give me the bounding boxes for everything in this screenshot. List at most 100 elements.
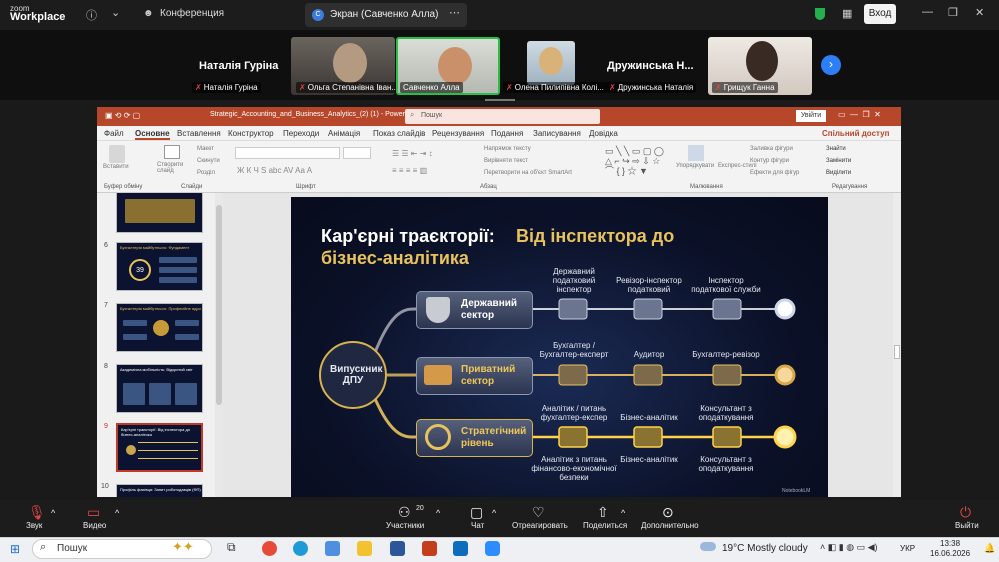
tab-conference[interactable]: Конференция (160, 8, 224, 19)
powerpoint-icon[interactable] (422, 541, 437, 556)
find-button[interactable]: Знайти (826, 146, 846, 152)
login-button[interactable]: Вход (864, 4, 896, 24)
slide-thumbnail[interactable] (116, 193, 203, 233)
menu-recording[interactable]: Записування (533, 129, 581, 138)
reset-button[interactable]: Скинути (197, 158, 220, 164)
audio-button[interactable]: Звук (26, 521, 42, 530)
select-button[interactable]: Виділити (826, 170, 851, 176)
font-family-select[interactable] (235, 147, 340, 159)
restore-icon[interactable]: ❐ (948, 6, 958, 19)
video-tile[interactable] (527, 41, 575, 85)
windows-start-icon[interactable]: ⊞ (10, 542, 20, 556)
shape-effects-button[interactable]: Ефекти для фігур (750, 170, 799, 176)
participants-button[interactable]: Участники (386, 521, 424, 530)
menu-home[interactable]: Основне (135, 129, 170, 140)
menu-insert[interactable]: Вставлення (177, 129, 221, 138)
drag-handle[interactable] (485, 99, 515, 101)
slide-thumbnail[interactable]: Профіль фахівця: Запит роботодавців (ФП) (116, 484, 203, 497)
new-slide-icon[interactable] (164, 145, 180, 159)
video-off-icon[interactable]: ▭ (87, 504, 100, 521)
edge-icon[interactable] (293, 541, 308, 556)
list-buttons[interactable]: ☰ ☰ ⇤ ⇥ ↕ (392, 149, 433, 158)
card-strategic-level-label: Стратегічний рівень (461, 426, 527, 449)
shape-fill-button[interactable]: Заливка фігури (750, 146, 793, 152)
zoom-icon[interactable] (485, 541, 500, 556)
task-view-icon[interactable]: ⧉ (227, 540, 236, 555)
chevron-down-icon[interactable]: ⌄ (111, 6, 120, 19)
leave-button[interactable]: Выйти (955, 521, 979, 530)
arrange-icon[interactable] (688, 145, 704, 161)
share-screen-button[interactable]: Поделиться (583, 521, 627, 530)
more-icon[interactable]: ⊙ (662, 504, 674, 521)
chevron-up-icon[interactable]: ^ (492, 508, 496, 518)
slide-title-gold-line1: Від інспектора до (516, 226, 675, 246)
menu-animation[interactable]: Анімація (328, 129, 360, 138)
menu-view[interactable]: Подання (491, 129, 523, 138)
outlook-icon[interactable] (453, 541, 468, 556)
mic-off-icon: ✗ (506, 83, 513, 92)
slide-scroll-thumb[interactable] (894, 345, 900, 359)
layout-button[interactable]: Макет (197, 146, 214, 152)
font-format-buttons[interactable]: Ж К Ч S abc AV Aa A (237, 166, 312, 175)
react-button[interactable]: Отреагировать (512, 521, 568, 530)
shapes-gallery[interactable]: ▭ ╲ ╲ ▭ ▢ ◯ △ ⌐ ↪ ⇨ ⇩ ☆ ⌒ { } ☆ ▼ (605, 146, 667, 176)
save-icon[interactable]: ▣ ⟲ ⟳ ▢ (105, 111, 140, 120)
shape-outline-button[interactable]: Контур фігури (750, 158, 789, 164)
slide-thumbnail[interactable]: Академічна мобільність: Відкритий світ (116, 364, 203, 413)
share-screen-icon[interactable]: ⇧ (597, 504, 609, 521)
leave-icon[interactable]: ⏻ (960, 504, 971, 521)
menu-transitions[interactable]: Переходи (283, 129, 319, 138)
chevron-up-icon[interactable]: ^ (621, 508, 625, 518)
close-icon[interactable]: ✕ (975, 6, 984, 19)
menu-help[interactable]: Довідка (589, 129, 618, 138)
menu-design[interactable]: Конструктор (228, 129, 274, 138)
arrange-button[interactable]: Упорядкувати (676, 163, 714, 169)
align-buttons[interactable]: ≡ ≡ ≡ ≡ ▥ (392, 166, 427, 175)
ppt-window-controls[interactable]: ▭ — ❐ ✕ (838, 110, 881, 119)
smartart-button[interactable]: Перетворити на об'єкт SmartArt (484, 170, 572, 176)
more-icon[interactable]: ⋯ (449, 6, 460, 19)
align-text-button[interactable]: Вирівняти текст (484, 158, 528, 164)
chevron-up-icon[interactable]: ^ (436, 508, 440, 518)
chrome-icon[interactable] (262, 541, 277, 556)
store-icon[interactable] (325, 541, 340, 556)
font-size-select[interactable] (343, 147, 371, 159)
text-direction-button[interactable]: Напрямок тексту (484, 146, 531, 152)
chevron-up-icon[interactable]: ^ (51, 508, 55, 518)
tray-icons[interactable]: ˄ ◧ ▮ ◍ ▭ ◀) (820, 542, 878, 553)
explorer-icon[interactable] (357, 541, 372, 556)
reaction-icon[interactable]: ♡ (532, 504, 545, 521)
weather-widget[interactable]: 19°C Mostly cloudy (722, 543, 808, 554)
chat-icon[interactable]: ▢ (470, 504, 483, 521)
slide-thumbnail[interactable]: Бухгалтерія майбутнього: Професійне ядро (116, 303, 203, 352)
more-button[interactable]: Дополнительно (641, 521, 699, 530)
chat-button[interactable]: Чат (471, 521, 484, 530)
word-icon[interactable] (390, 541, 405, 556)
minimize-icon[interactable]: — (922, 6, 933, 18)
menu-slideshow[interactable]: Показ слайдів (373, 129, 425, 138)
menu-file[interactable]: Файл (104, 129, 124, 138)
mic-muted-icon[interactable]: 🎙 (28, 504, 46, 521)
paste-icon[interactable] (109, 145, 125, 163)
chevron-up-icon[interactable]: ^ (115, 508, 119, 518)
section-button[interactable]: Розділ (197, 170, 215, 176)
info-icon[interactable]: ⓘ (86, 7, 97, 23)
ppt-signin-button[interactable]: Увійти (796, 110, 826, 122)
role-label: Бізнес-аналітик (620, 455, 678, 464)
video-button[interactable]: Видео (83, 521, 106, 530)
menu-review[interactable]: Рецензування (432, 129, 484, 138)
taskbar-clock[interactable]: 13:38 16.06.2026 (930, 539, 970, 559)
participants-icon[interactable]: ⚇ (398, 504, 411, 521)
grid-icon[interactable]: ▦ (842, 7, 852, 20)
thumbnail-scroll-thumb[interactable] (216, 205, 222, 405)
next-page-arrow-icon[interactable]: › (821, 55, 841, 75)
slide-thumbnail-selected[interactable]: Кар'єрні траєкторії: Від інспектора до б… (116, 423, 203, 472)
language-indicator[interactable]: УКР (900, 544, 915, 553)
notifications-icon[interactable]: 🔔 (984, 543, 995, 554)
share-button[interactable]: Спільний доступ (822, 129, 889, 138)
sparkle-icon[interactable]: ✦✦ (172, 539, 194, 555)
replace-button[interactable]: Замінити (826, 158, 851, 164)
ppt-search-input[interactable]: Пошук (405, 109, 600, 124)
thumbnail-graphic (138, 442, 198, 443)
slide-thumbnail[interactable]: Бухгалтерія майбутнього: Фундамент 39 (116, 242, 203, 291)
